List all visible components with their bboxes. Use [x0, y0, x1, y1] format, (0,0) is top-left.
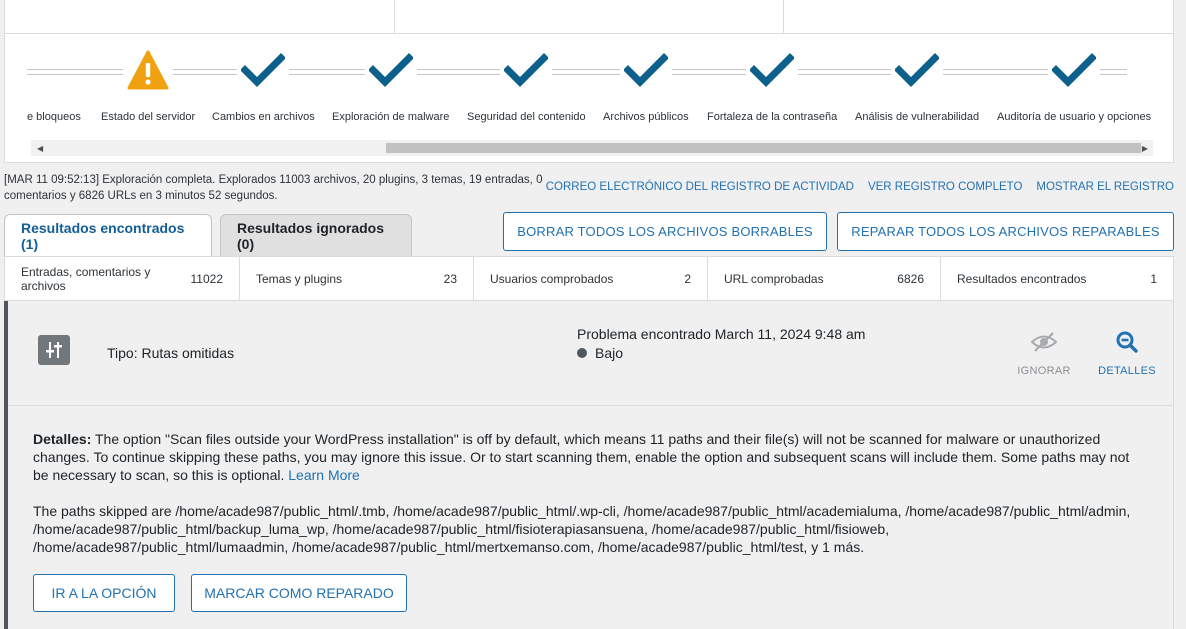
summary-urls-checked: URL comprobadas 6826 — [708, 257, 941, 300]
issue-header[interactable]: Tipo: Rutas omitidas Problema encontrado… — [8, 301, 1173, 406]
checkmark-icon — [1048, 53, 1101, 87]
summary-posts-comments-files: Entradas, comentarios y archivos 11022 — [5, 257, 240, 300]
go-to-option-button[interactable]: IR A LA OPCIÓN — [33, 574, 175, 612]
wordfence-scan-page: e bloqueos Estado del servidor Cambios e… — [0, 0, 1186, 629]
checkmark-icon — [364, 53, 417, 87]
stage-label: Análisis de vulnerabilidad — [855, 111, 980, 123]
checkmark-icon — [619, 53, 672, 87]
details-button[interactable]: DETALLES — [1092, 329, 1162, 377]
ignore-label: IGNORAR — [1017, 365, 1071, 377]
stage-server-status: Estado del servidor — [101, 46, 195, 123]
summary-label: Usuarios comprobados — [490, 271, 614, 286]
summary-themes-plugins: Temas y plugins 23 — [240, 257, 474, 300]
learn-more-link[interactable]: Learn More — [288, 467, 360, 483]
ignore-issue-button[interactable]: IGNORAR — [1010, 329, 1078, 377]
checkmark-icon — [891, 53, 944, 87]
scan-stages-panel: e bloqueos Estado del servidor Cambios e… — [4, 0, 1174, 163]
stage-label: Estado del servidor — [101, 111, 196, 123]
stage-vulnerability-scan: Análisis de vulnerabilidad — [855, 46, 979, 123]
stage-label: Fortaleza de la contraseña — [707, 111, 838, 123]
view-full-log-link[interactable]: VER REGISTRO COMPLETO — [868, 181, 1022, 193]
checkmark-icon — [746, 53, 799, 87]
scan-log-message: [MAR 11 09:52:13] Exploración completa. … — [4, 174, 543, 202]
sliders-icon — [38, 335, 70, 365]
stage-label: Archivos públicos — [603, 111, 689, 123]
repair-all-repairable-button[interactable]: REPARAR TODOS LOS ARCHIVOS REPARABLES — [837, 212, 1174, 251]
stage-label: Exploración de malware — [332, 111, 450, 123]
issue-card: Tipo: Rutas omitidas Problema encontrado… — [4, 301, 1174, 629]
summary-results-found: Resultados encontrados 1 — [941, 257, 1173, 300]
scan-summary-row: Entradas, comentarios y archivos 11022 Te… — [4, 256, 1174, 301]
severity-label: Bajo — [595, 345, 624, 361]
checkmark-icon — [237, 53, 290, 87]
details-text: The option "Scan files outside your Word… — [33, 431, 1130, 483]
issue-actions: IR A LA OPCIÓN MARCAR COMO REPARADO — [33, 574, 1148, 612]
issue-found-date: Problema encontrado March 11, 2024 9:48 … — [577, 326, 866, 342]
summary-value: 2 — [684, 271, 691, 286]
stage-label: Auditoría de usuario y opciones — [997, 111, 1152, 123]
zoom-out-icon — [1092, 329, 1162, 355]
summary-value: 11022 — [190, 271, 223, 286]
stage-user-audit: Auditoría de usuario y opciones — [997, 46, 1151, 123]
summary-label: Entradas, comentarios y archivos — [21, 264, 151, 293]
tab-ignored-results[interactable]: Resultados ignorados (0) — [220, 214, 412, 256]
details-heading: Detalles: — [33, 431, 92, 447]
issue-meta: Problema encontrado March 11, 2024 9:48 … — [577, 325, 867, 363]
issue-details: Detalles: The option "Scan files outside… — [8, 406, 1173, 612]
stage-label: Seguridad del contenido — [467, 111, 586, 123]
issue-details-paragraph: Detalles: The option "Scan files outside… — [33, 430, 1148, 484]
severity-dot-icon — [577, 348, 587, 358]
stage-content-safety: Seguridad del contenido — [467, 46, 586, 123]
scan-stages-track: e bloqueos Estado del servidor Cambios e… — [5, 34, 1173, 139]
scroll-left-arrow-icon[interactable]: ◀ — [37, 144, 43, 153]
details-label: DETALLES — [1098, 365, 1156, 377]
stages-horizontal-scrollbar[interactable]: ◀ ▶ — [31, 140, 1153, 156]
scrollbar-thumb[interactable] — [386, 143, 1141, 153]
stage-password-strength: Fortaleza de la contraseña — [707, 46, 837, 123]
email-activity-log-link[interactable]: CORREO ELECTRÓNICO DEL REGISTRO DE ACTIV… — [546, 181, 854, 193]
stage-label: e bloqueos — [27, 111, 81, 123]
stage-blocking: e bloqueos — [27, 46, 81, 123]
summary-label: URL comprobadas — [724, 271, 824, 286]
issue-severity: Bajo — [577, 344, 867, 363]
scan-stages-header — [5, 0, 1173, 34]
log-links: CORREO ELECTRÓNICO DEL REGISTRO DE ACTIV… — [546, 181, 1174, 193]
stage-public-files: Archivos públicos — [603, 46, 689, 123]
summary-users-checked: Usuarios comprobados 2 — [474, 257, 708, 300]
show-log-link[interactable]: MOSTRAR EL REGISTRO — [1036, 181, 1174, 193]
skipped-paths-text: The paths skipped are /home/acade987/pub… — [33, 503, 1131, 555]
summary-value: 6826 — [897, 271, 924, 286]
checkmark-icon — [500, 53, 553, 87]
summary-label: Temas y plugins — [256, 271, 343, 286]
tab-results-found[interactable]: Resultados encontrados (1) — [4, 214, 212, 257]
summary-value: 23 — [443, 271, 457, 286]
stage-label: Cambios en archivos — [212, 111, 315, 123]
summary-label: Resultados encontrados — [957, 271, 1087, 286]
stage-file-changes: Cambios en archivos — [212, 46, 315, 123]
summary-value: 1 — [1150, 271, 1157, 286]
issue-type: Tipo: Rutas omitidas — [107, 345, 235, 361]
mark-as-fixed-button[interactable]: MARCAR COMO REPARADO — [191, 574, 407, 612]
scroll-right-arrow-icon[interactable]: ▶ — [1142, 144, 1148, 153]
warning-icon — [123, 50, 174, 90]
eye-slash-icon — [1010, 329, 1078, 355]
stage-malware-scan: Exploración de malware — [332, 46, 449, 123]
delete-all-deletable-button[interactable]: BORRAR TODOS LOS ARCHIVOS BORRABLES — [503, 212, 827, 251]
